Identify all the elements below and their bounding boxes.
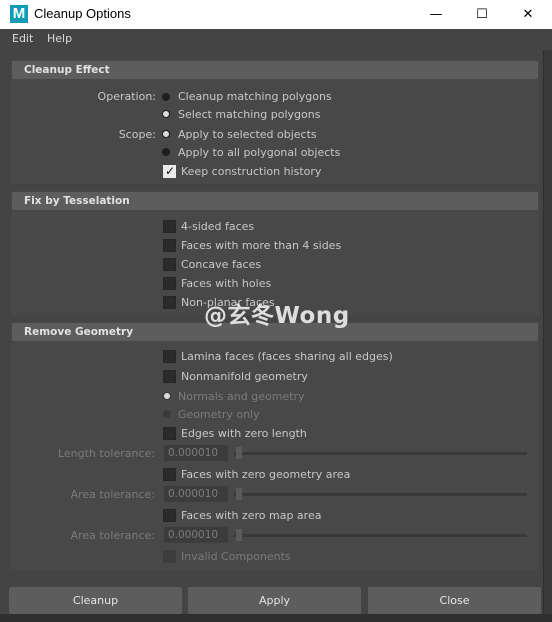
scope-radio-all[interactable]: [162, 148, 170, 156]
normals-and-geometry-label: Normals and geometry: [178, 390, 305, 403]
geometry-area-tolerance-slider[interactable]: [234, 493, 527, 496]
scope-option-all-label: Apply to all polygonal objects: [178, 146, 341, 159]
operation-option-cleanup-label: Cleanup matching polygons: [178, 90, 332, 103]
zero-length-edges-label: Edges with zero length: [181, 427, 307, 440]
menu-edit[interactable]: Edit: [12, 32, 33, 45]
maya-app-icon: M: [10, 5, 28, 23]
maximize-button[interactable]: ☐: [459, 0, 505, 29]
invalid-components-label: Invalid Components: [181, 550, 291, 563]
scope-option-selected-label: Apply to selected objects: [178, 128, 317, 141]
fix-by-tesselation-header[interactable]: Fix by Tesselation: [12, 192, 538, 210]
lamina-faces-checkbox[interactable]: [163, 350, 176, 363]
map-area-tolerance-field[interactable]: 0.000010: [164, 527, 228, 543]
four-sided-faces-label: 4-sided faces: [181, 220, 255, 233]
geometry-area-tolerance-slider-handle[interactable]: [236, 488, 242, 500]
keep-history-checkbox[interactable]: [163, 164, 176, 178]
map-area-tolerance-slider-handle[interactable]: [236, 529, 242, 541]
length-tolerance-slider-handle[interactable]: [236, 447, 242, 459]
map-area-tolerance-label: Area tolerance:: [70, 529, 155, 542]
minimize-button[interactable]: —: [413, 0, 459, 29]
zero-geometry-area-label: Faces with zero geometry area: [181, 468, 351, 481]
nonmanifold-geometry-label: Nonmanifold geometry: [181, 370, 308, 383]
map-area-tolerance-slider[interactable]: [234, 534, 527, 537]
zero-length-edges-checkbox[interactable]: [163, 427, 176, 440]
operation-radio-select[interactable]: [162, 110, 170, 118]
non-planar-faces-checkbox[interactable]: [163, 296, 176, 309]
window-title: Cleanup Options: [34, 6, 131, 21]
concave-faces-label: Concave faces: [181, 258, 262, 271]
faces-more-than-4-sides-checkbox[interactable]: [163, 239, 176, 252]
title-bar: M Cleanup Options — ☐ ✕: [0, 0, 552, 29]
cleanup-button[interactable]: Cleanup: [9, 587, 182, 614]
geometry-area-tolerance-label: Area tolerance:: [70, 488, 155, 501]
scope-label: Scope:: [118, 128, 156, 141]
concave-faces-checkbox[interactable]: [163, 258, 176, 271]
length-tolerance-field[interactable]: 0.000010: [164, 445, 228, 461]
cleanup-effect-header[interactable]: Cleanup Effect: [12, 61, 538, 79]
faces-with-holes-label: Faces with holes: [181, 277, 272, 290]
length-tolerance-label: Length tolerance:: [57, 447, 155, 460]
lamina-faces-label: Lamina faces (faces sharing all edges): [181, 350, 393, 363]
background-window-strip: [0, 614, 552, 622]
keep-history-label: Keep construction history: [181, 165, 322, 178]
faces-more-than-4-sides-label: Faces with more than 4 sides: [181, 239, 342, 252]
window-scrollbar[interactable]: [543, 50, 552, 622]
zero-map-area-label: Faces with zero map area: [181, 509, 322, 522]
length-tolerance-slider[interactable]: [234, 452, 527, 455]
menu-help[interactable]: Help: [47, 32, 72, 45]
close-button[interactable]: Close: [368, 587, 541, 614]
geometry-area-tolerance-field[interactable]: 0.000010: [164, 486, 228, 502]
normals-and-geometry-radio[interactable]: [163, 392, 171, 400]
apply-button[interactable]: Apply: [188, 587, 361, 614]
watermark: @玄冬Wong: [204, 303, 350, 329]
zero-geometry-area-checkbox[interactable]: [163, 468, 176, 481]
operation-option-select-label: Select matching polygons: [178, 108, 321, 121]
four-sided-faces-checkbox[interactable]: [163, 220, 176, 233]
menu-bar: Edit Help: [0, 29, 552, 50]
faces-with-holes-checkbox[interactable]: [163, 277, 176, 290]
invalid-components-checkbox[interactable]: [163, 550, 176, 563]
scope-radio-selected[interactable]: [162, 130, 170, 138]
close-window-button[interactable]: ✕: [505, 0, 551, 29]
operation-radio-cleanup[interactable]: [162, 93, 170, 101]
zero-map-area-checkbox[interactable]: [163, 509, 176, 522]
geometry-only-label: Geometry only: [178, 408, 260, 421]
operation-label: Operation:: [97, 90, 156, 103]
nonmanifold-geometry-checkbox[interactable]: [163, 370, 176, 383]
geometry-only-radio[interactable]: [163, 410, 171, 418]
